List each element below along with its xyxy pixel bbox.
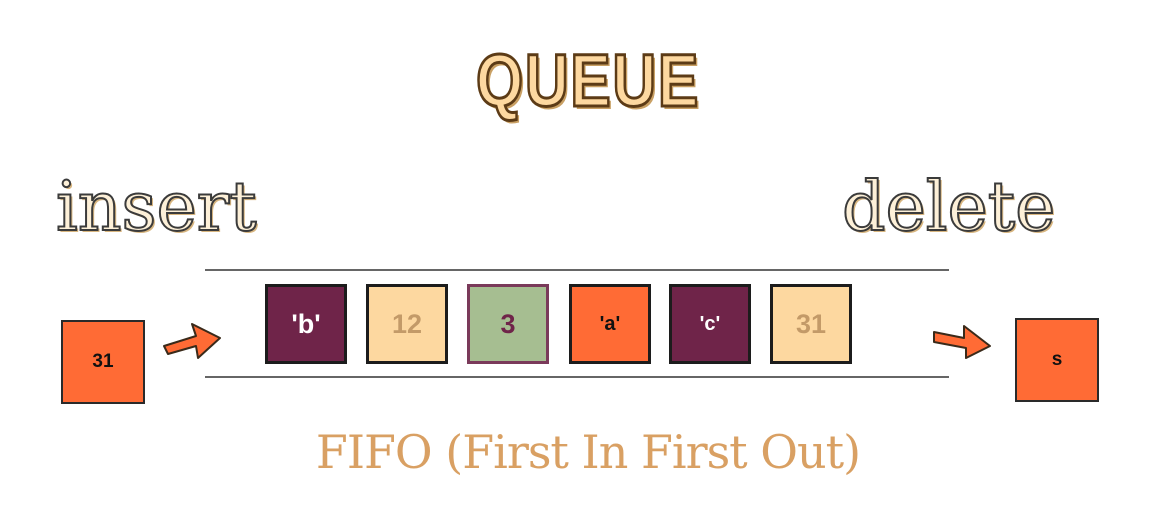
- queue-cell-3: 3: [467, 284, 549, 364]
- queue-rail-bottom: [205, 376, 949, 378]
- diagram-title: QUEUE: [475, 39, 700, 122]
- insert-label: insert: [55, 167, 258, 248]
- incoming-element: 31: [61, 320, 145, 404]
- delete-label: delete: [841, 167, 1056, 248]
- queue-cell-c: 'c': [669, 284, 751, 364]
- insert-arrow-icon: [163, 323, 221, 359]
- fifo-caption: FIFO (First In First Out): [315, 425, 861, 479]
- outgoing-element: s: [1015, 318, 1099, 402]
- queue-rail-top: [205, 269, 949, 271]
- queue-cell-31: 31: [770, 284, 852, 364]
- delete-arrow-icon: [933, 325, 991, 359]
- queue-cell-12: 12: [366, 284, 448, 364]
- queue-cell-b: 'b': [265, 284, 347, 364]
- queue-cell-a: 'a': [569, 284, 651, 364]
